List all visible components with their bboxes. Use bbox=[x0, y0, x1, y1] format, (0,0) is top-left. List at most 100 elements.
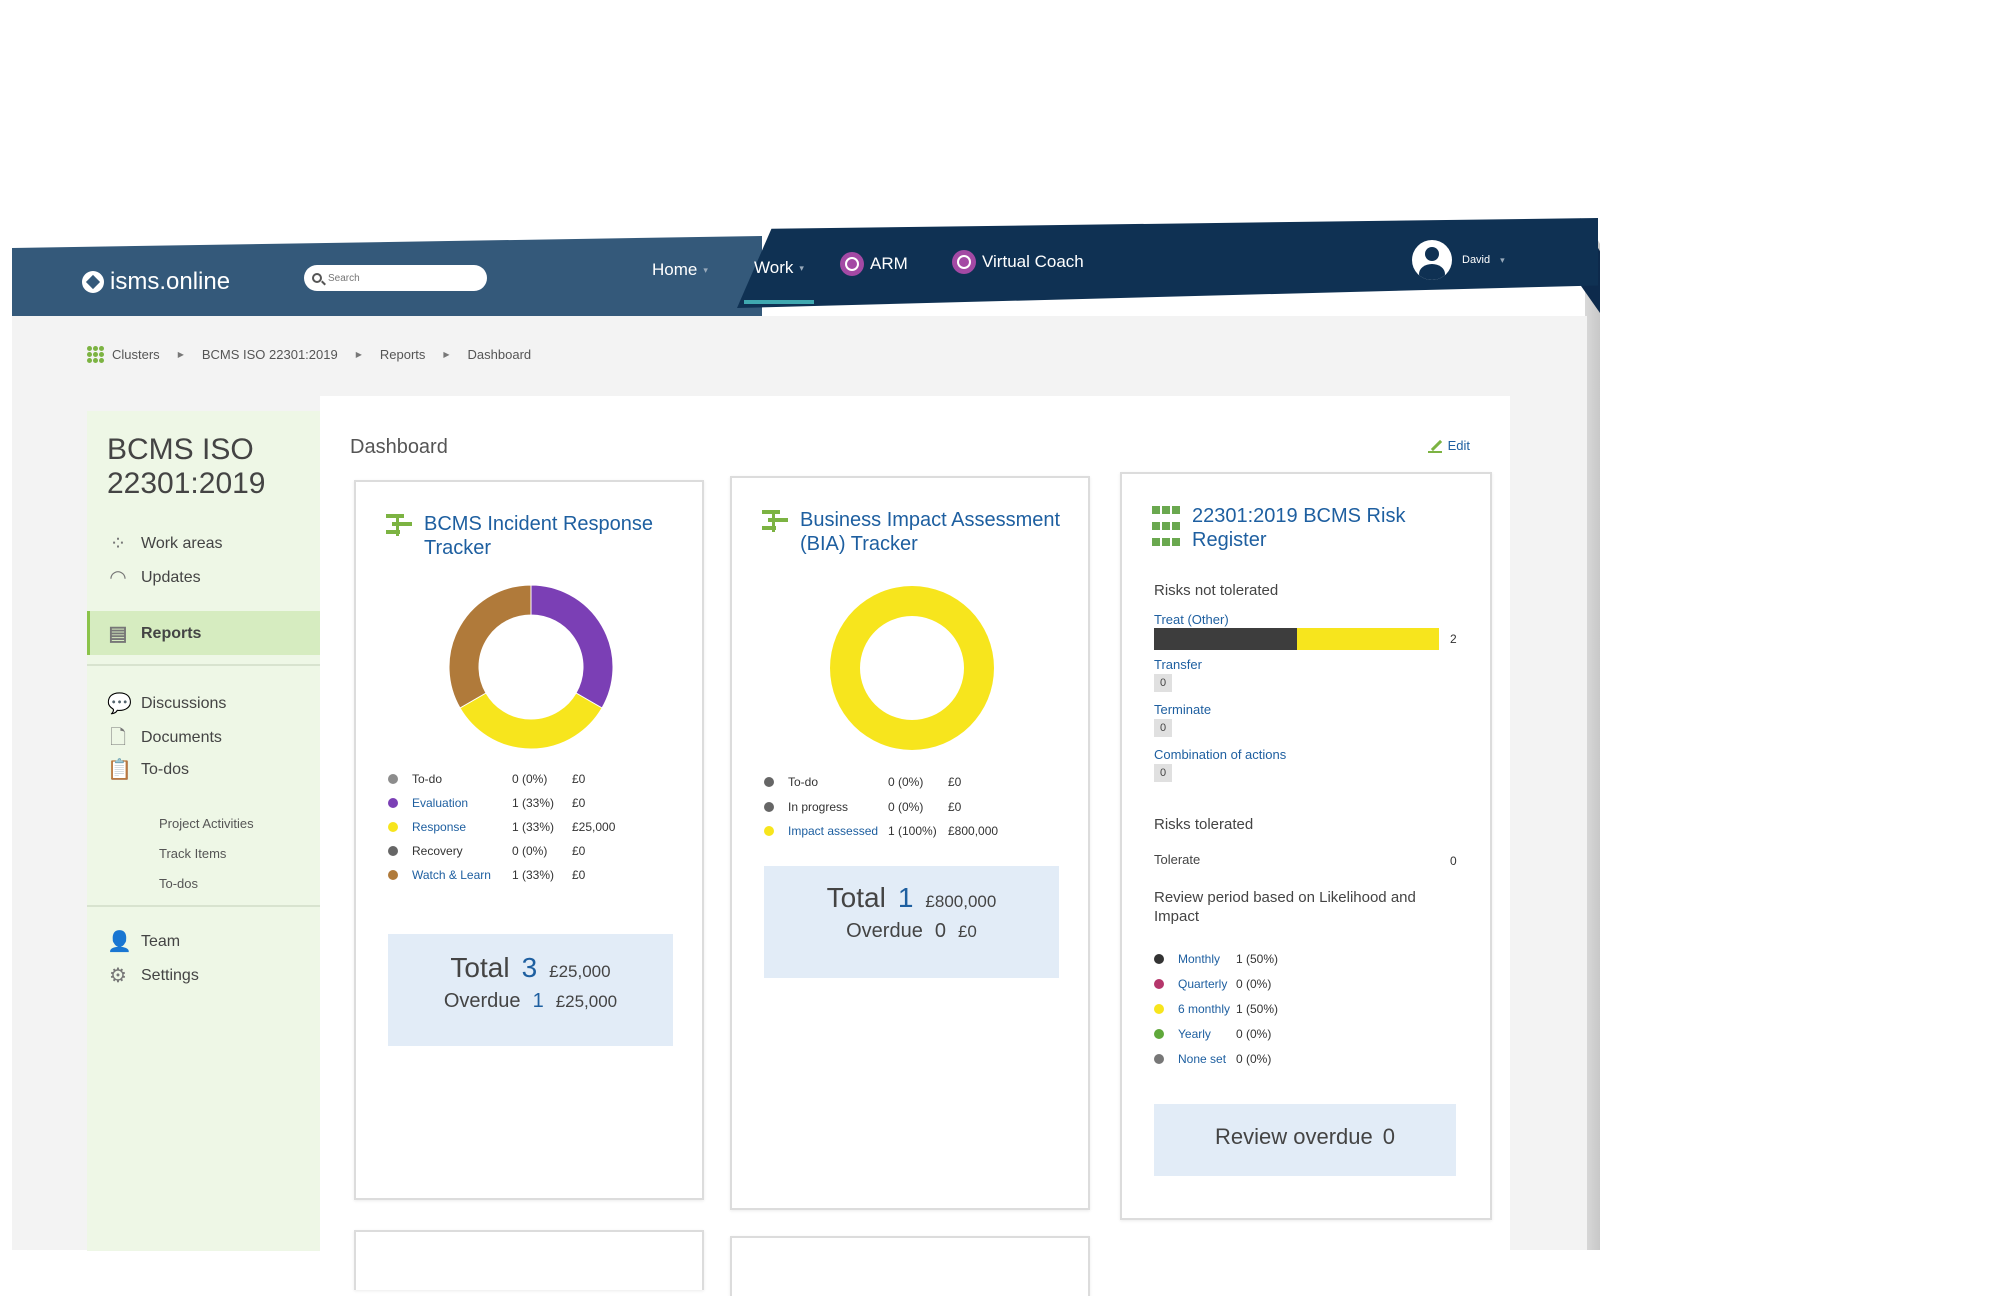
legend-label[interactable]: None set bbox=[1178, 1052, 1236, 1066]
sidebar-item-label: To-dos bbox=[141, 761, 190, 778]
card-title-link[interactable]: BCMS Incident Response Tracker bbox=[424, 512, 694, 560]
legend-count: 0 (0%) bbox=[512, 844, 548, 858]
bar-segment-6-monthly bbox=[1296, 628, 1439, 650]
legend-count: 1 (33%) bbox=[512, 868, 555, 882]
edit-label: Edit bbox=[1447, 438, 1470, 453]
legend-label[interactable]: 6 monthly bbox=[1178, 1002, 1236, 1016]
legend-label[interactable]: Yearly bbox=[1178, 1027, 1236, 1041]
total-amount: £800,000 bbox=[925, 892, 997, 911]
grid-icon bbox=[1152, 506, 1180, 552]
main-content: Dashboard Edit BCMS Incident Response Tr… bbox=[320, 396, 1510, 1296]
legend-row: Monthly 1 (50%) bbox=[1154, 952, 1296, 966]
card-title-link[interactable]: Business Impact Assessment (BIA) Tracker bbox=[800, 508, 1070, 556]
legend-label[interactable]: Monthly bbox=[1178, 952, 1236, 966]
nav-work[interactable]: Work ▾ bbox=[754, 258, 804, 278]
clusters-icon bbox=[87, 346, 104, 363]
risk-treat-other-value: 2 bbox=[1450, 632, 1457, 646]
sidebar-divider bbox=[87, 905, 320, 907]
sidebar-title: BCMS ISO 22301:2019 bbox=[107, 433, 266, 500]
sidebar-item-updates[interactable]: ◠ Updates bbox=[107, 567, 201, 589]
legend-dot-icon bbox=[1154, 1029, 1164, 1039]
sidebar-item-reports[interactable]: ▤ Reports bbox=[107, 623, 202, 645]
clipboard-icon: 📋 bbox=[107, 759, 132, 781]
donut-slice-evaluation[interactable] bbox=[530, 584, 614, 709]
sidebar-item-todos[interactable]: 📋 To-dos bbox=[107, 759, 189, 781]
risk-treat-other-link[interactable]: Treat (Other) bbox=[1154, 612, 1229, 627]
review-overdue-label: Review overdue bbox=[1215, 1124, 1373, 1149]
risk-transfer-link[interactable]: Transfer bbox=[1154, 657, 1202, 672]
sidebar-item-label: Team bbox=[141, 933, 181, 950]
legend-count: 1 (50%) bbox=[1236, 1002, 1279, 1016]
lower-card bbox=[730, 1236, 1090, 1296]
sidebar-item-settings[interactable]: ⚙ Settings bbox=[107, 965, 199, 987]
legend-row: Recovery 0 (0%) £0 bbox=[388, 844, 585, 858]
risk-register-card: 22301:2019 BCMS Risk Register Risks not … bbox=[1120, 472, 1492, 1220]
pencil-icon bbox=[1427, 439, 1442, 453]
card-title-link[interactable]: 22301:2019 BCMS Risk Register bbox=[1192, 504, 1462, 552]
nav-virtual-coach[interactable]: Virtual Coach bbox=[952, 250, 1084, 274]
legend-amount: £0 bbox=[572, 868, 586, 882]
sidebar-subitem-todos[interactable]: To-dos bbox=[159, 876, 198, 891]
legend-dot-icon bbox=[1154, 1054, 1164, 1064]
risk-combination-link[interactable]: Combination of actions bbox=[1154, 747, 1286, 762]
legend-label[interactable]: Evaluation bbox=[412, 796, 512, 810]
legend-label[interactable]: Response bbox=[412, 820, 512, 834]
nav-home[interactable]: Home ▾ bbox=[652, 260, 708, 280]
total-value[interactable]: 1 bbox=[898, 882, 914, 914]
legend-label[interactable]: Impact assessed bbox=[788, 824, 888, 838]
lower-card bbox=[354, 1230, 704, 1290]
breadcrumb-item-bcms[interactable]: BCMS ISO 22301:2019 bbox=[202, 347, 338, 362]
donut-slice-response[interactable] bbox=[459, 692, 603, 750]
legend-row: Response 1 (33%) £25,000 bbox=[388, 820, 615, 834]
user-menu[interactable]: David ▾ bbox=[1412, 240, 1505, 280]
legend-dot-icon bbox=[388, 774, 398, 784]
report-icon: ▤ bbox=[108, 623, 128, 645]
total-value[interactable]: 3 bbox=[522, 952, 538, 984]
sidebar-item-label: Discussions bbox=[141, 695, 227, 712]
overdue-value[interactable]: 1 bbox=[533, 990, 544, 1013]
virtual-coach-icon bbox=[952, 250, 976, 274]
legend-label: Recovery bbox=[412, 844, 463, 858]
risk-terminate-link[interactable]: Terminate bbox=[1154, 702, 1211, 717]
breadcrumb-item-clusters[interactable]: Clusters bbox=[87, 346, 160, 363]
legend-count: 1 (50%) bbox=[1236, 952, 1279, 966]
total-amount: £25,000 bbox=[549, 962, 611, 981]
sidebar-item-label: Updates bbox=[141, 569, 201, 586]
risk-treat-other-bar[interactable] bbox=[1154, 628, 1439, 650]
legend-row: In progress 0 (0%) £0 bbox=[764, 800, 961, 814]
sidebar-item-work-areas[interactable]: ⁘ Work areas bbox=[107, 533, 223, 555]
sidebar-subitem-project-activities[interactable]: Project Activities bbox=[159, 816, 254, 831]
search-icon bbox=[312, 273, 322, 283]
legend-label[interactable]: Quarterly bbox=[1178, 977, 1236, 991]
gear-icon: ⚙ bbox=[109, 965, 127, 987]
overdue-label: Overdue bbox=[443, 990, 521, 1012]
legend-row: 6 monthly 1 (50%) bbox=[1154, 1002, 1296, 1016]
search-input[interactable] bbox=[328, 272, 468, 284]
nav-arm[interactable]: ARM bbox=[840, 252, 908, 276]
legend-count: 1 (100%) bbox=[888, 824, 937, 838]
arm-icon bbox=[840, 252, 864, 276]
overdue-amount: £0 bbox=[957, 922, 977, 941]
sidebar-item-label: Settings bbox=[141, 967, 199, 984]
sidebar-subitem-track-items[interactable]: Track Items bbox=[159, 846, 226, 861]
search-box[interactable] bbox=[304, 265, 487, 291]
legend-row: Watch & Learn 1 (33%) £0 bbox=[388, 868, 585, 882]
legend-row: Yearly 0 (0%) bbox=[1154, 1027, 1296, 1041]
legend-count: 1 (33%) bbox=[512, 820, 555, 834]
donut-slice-watch-learn[interactable] bbox=[448, 584, 532, 709]
overdue-label: Overdue bbox=[846, 920, 923, 942]
donut-slice-impact-assessed[interactable] bbox=[830, 586, 994, 750]
legend-row: Evaluation 1 (33%) £0 bbox=[388, 796, 585, 810]
nav-label: Home bbox=[652, 260, 698, 279]
breadcrumb-item-reports[interactable]: Reports bbox=[380, 347, 426, 362]
breadcrumb-label: Clusters bbox=[112, 347, 160, 362]
legend-label[interactable]: Watch & Learn bbox=[412, 868, 512, 882]
logo[interactable]: isms.online bbox=[82, 268, 230, 296]
sidebar-item-documents[interactable]: 🗋 Documents bbox=[107, 727, 222, 749]
edit-button[interactable]: Edit bbox=[1427, 438, 1470, 453]
legend-amount: £0 bbox=[572, 844, 586, 858]
sidebar-item-team[interactable]: 👤 Team bbox=[107, 931, 180, 953]
legend-row: To-do 0 (0%) £0 bbox=[764, 775, 961, 789]
sidebar-item-discussions[interactable]: 💬 Discussions bbox=[107, 693, 226, 715]
legend-count: 0 (0%) bbox=[512, 772, 548, 786]
